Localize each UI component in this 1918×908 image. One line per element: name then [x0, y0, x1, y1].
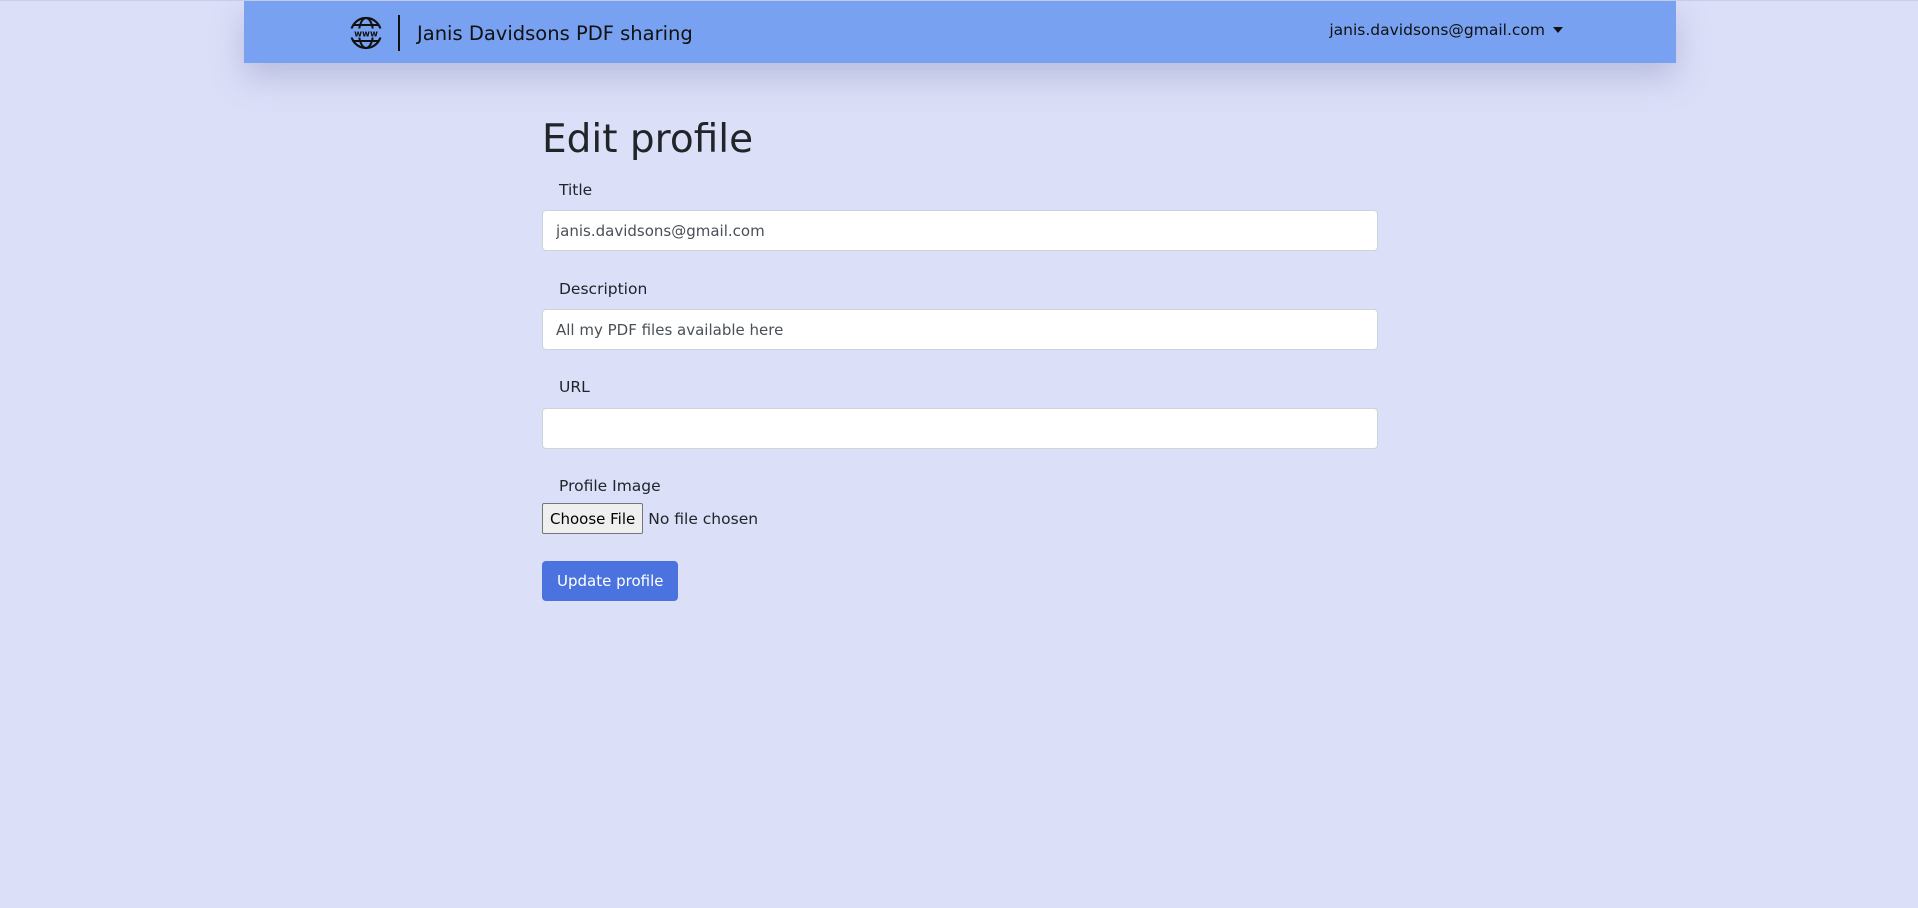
title-input[interactable] — [542, 210, 1378, 251]
brand-divider — [398, 15, 400, 51]
update-profile-button[interactable]: Update profile — [542, 561, 679, 601]
navbar: www Janis Davidsons PDF sharing janis.da… — [244, 1, 1676, 63]
url-input[interactable] — [542, 408, 1378, 449]
url-form-group: URL — [542, 378, 1378, 449]
title-label: Title — [559, 181, 593, 199]
svg-text:www: www — [354, 30, 378, 40]
profile-image-label: Profile Image — [559, 477, 661, 495]
page-title: Edit profile — [542, 117, 754, 162]
file-status-text: No file chosen — [648, 509, 759, 528]
choose-file-button[interactable]: Choose File — [542, 503, 644, 534]
description-label: Description — [559, 280, 648, 298]
profile-image-form-group: Profile Image Choose File No file chosen — [542, 477, 1378, 534]
file-input[interactable]: Choose File No file chosen — [542, 503, 1378, 534]
user-email: janis.davidsons@gmail.com — [1329, 21, 1545, 39]
description-input[interactable] — [542, 309, 1378, 350]
edit-profile-form-container: Edit profile Title Description URL Profi… — [542, 110, 1378, 601]
caret-down-icon — [1553, 27, 1563, 33]
description-form-group: Description — [542, 280, 1378, 350]
edit-profile-form: Title Description URL Profile Image Choo… — [542, 181, 1378, 601]
brand-link[interactable]: www Janis Davidsons PDF sharing — [349, 15, 693, 51]
title-form-group: Title — [542, 181, 1378, 251]
url-label: URL — [559, 378, 590, 396]
user-menu-dropdown[interactable]: janis.davidsons@gmail.com — [1329, 21, 1563, 39]
globe-www-icon: www — [349, 16, 383, 50]
brand-title: Janis Davidsons PDF sharing — [417, 21, 693, 45]
